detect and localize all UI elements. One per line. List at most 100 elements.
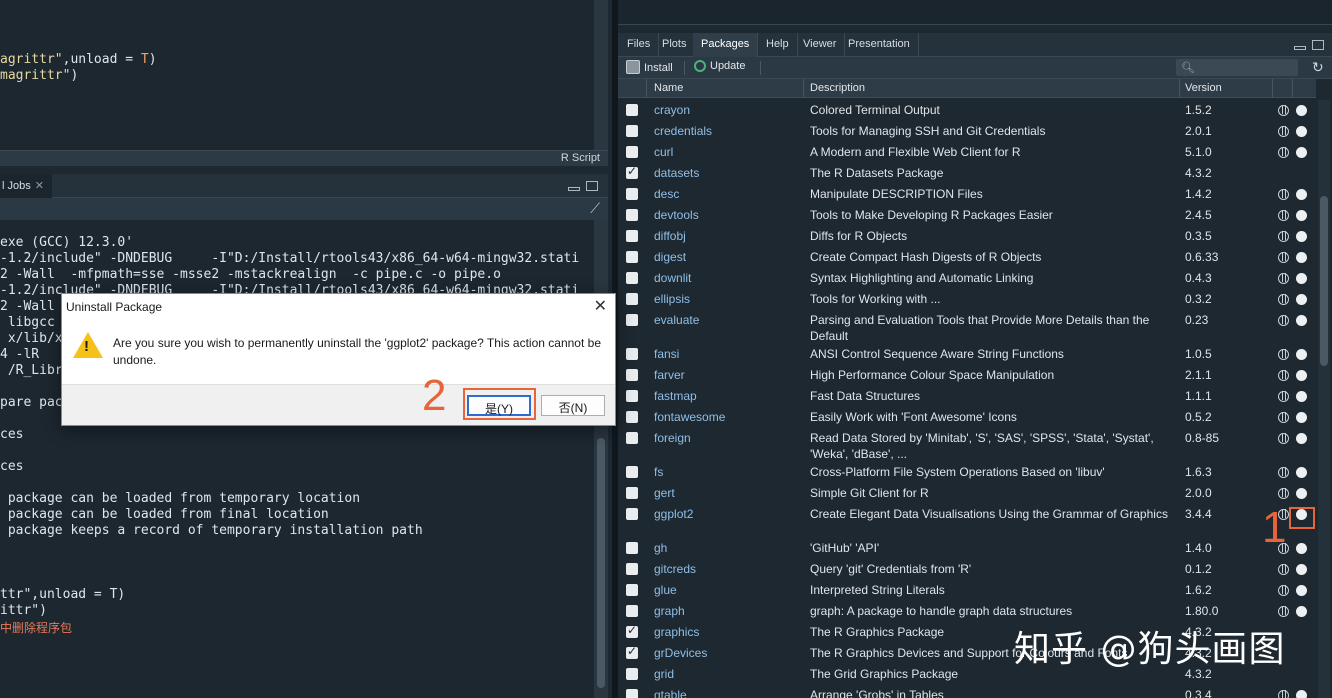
load-checkbox[interactable] [626, 411, 638, 423]
tab-help[interactable]: Help [758, 33, 798, 57]
uninstall-icon[interactable] [1296, 231, 1307, 242]
globe-icon[interactable] [1278, 488, 1289, 499]
load-checkbox[interactable] [626, 164, 638, 179]
load-checkbox[interactable] [626, 390, 638, 402]
globe-icon[interactable] [1278, 467, 1289, 478]
install-button[interactable]: Install [626, 60, 673, 74]
close-icon[interactable]: ✕ [35, 180, 44, 192]
uninstall-icon[interactable] [1296, 467, 1307, 478]
console-output[interactable]: exe (GCC) 12.3.0' -1.2/include" -DNDEBUG … [0, 220, 594, 698]
load-checkbox[interactable] [626, 104, 638, 116]
uninstall-icon[interactable] [1296, 370, 1307, 381]
uninstall-icon[interactable] [1296, 147, 1307, 158]
search-input[interactable]: 🔍︎ [1176, 59, 1298, 76]
globe-icon[interactable] [1278, 273, 1289, 284]
package-name-link[interactable]: grDevices [654, 646, 707, 660]
load-checkbox[interactable] [626, 542, 638, 554]
uninstall-icon[interactable] [1296, 315, 1307, 326]
column-header-name[interactable]: Name [654, 82, 683, 94]
package-name-link[interactable]: gh [654, 541, 667, 555]
maximize-icon[interactable] [1312, 40, 1324, 50]
globe-icon[interactable] [1278, 210, 1289, 221]
globe-icon[interactable] [1278, 349, 1289, 360]
load-checkbox[interactable] [626, 251, 638, 263]
update-button[interactable]: Update [694, 60, 745, 72]
package-name-link[interactable]: crayon [654, 103, 690, 117]
load-checkbox[interactable] [626, 487, 638, 499]
uninstall-icon[interactable] [1296, 433, 1307, 444]
globe-icon[interactable] [1278, 105, 1289, 116]
load-checkbox[interactable] [626, 146, 638, 158]
uninstall-icon[interactable] [1296, 273, 1307, 284]
package-name-link[interactable]: datasets [654, 166, 699, 180]
load-checkbox[interactable] [626, 605, 638, 617]
uninstall-icon[interactable] [1296, 252, 1307, 263]
globe-icon[interactable] [1278, 585, 1289, 596]
package-name-link[interactable]: curl [654, 145, 673, 159]
globe-icon[interactable] [1278, 606, 1289, 617]
package-name-link[interactable]: ellipsis [654, 292, 690, 306]
package-name-link[interactable]: gtable [654, 688, 687, 698]
load-checkbox[interactable] [626, 369, 638, 381]
source-editor[interactable]: agrittr",unload = T) magrittr") [0, 0, 594, 150]
package-name-link[interactable]: devtools [654, 208, 699, 222]
package-name-link[interactable]: fansi [654, 347, 679, 361]
uninstall-icon[interactable] [1296, 391, 1307, 402]
maximize-icon[interactable] [586, 181, 598, 191]
package-name-link[interactable]: ggplot2 [654, 507, 693, 521]
uninstall-icon[interactable] [1296, 488, 1307, 499]
minimize-icon[interactable] [568, 187, 580, 191]
scroll-thumb[interactable] [597, 438, 605, 688]
package-name-link[interactable]: digest [654, 250, 686, 264]
package-name-link[interactable]: fs [654, 465, 663, 479]
package-name-link[interactable]: gert [654, 486, 675, 500]
tab-viewer[interactable]: Viewer [795, 33, 846, 57]
uninstall-icon[interactable] [1296, 210, 1307, 221]
package-name-link[interactable]: glue [654, 583, 677, 597]
tab-presentation[interactable]: Presentation [840, 33, 919, 57]
load-checkbox[interactable] [626, 230, 638, 242]
package-name-link[interactable]: diffobj [654, 229, 686, 243]
load-checkbox[interactable] [626, 272, 638, 284]
close-icon[interactable]: ✕ [594, 296, 607, 316]
package-name-link[interactable]: graphics [654, 625, 699, 639]
console-scrollbar[interactable] [594, 220, 608, 698]
load-checkbox[interactable] [626, 314, 638, 326]
uninstall-icon[interactable] [1296, 606, 1307, 617]
package-name-link[interactable]: fastmap [654, 389, 697, 403]
load-checkbox[interactable] [626, 209, 638, 221]
load-checkbox[interactable] [626, 668, 638, 680]
no-button[interactable]: 否(N) [541, 395, 605, 416]
refresh-icon[interactable]: ↻ [1312, 59, 1324, 76]
minimize-icon[interactable] [1294, 46, 1306, 50]
package-name-link[interactable]: graph [654, 604, 685, 618]
globe-icon[interactable] [1278, 412, 1289, 423]
globe-icon[interactable] [1278, 315, 1289, 326]
package-name-link[interactable]: foreign [654, 431, 691, 445]
packages-scrollbar[interactable] [1318, 100, 1330, 698]
package-name-link[interactable]: desc [654, 187, 679, 201]
load-checkbox[interactable] [626, 584, 638, 596]
scroll-thumb[interactable] [1320, 196, 1328, 366]
uninstall-icon[interactable] [1296, 564, 1307, 575]
uninstall-icon[interactable] [1296, 412, 1307, 423]
globe-icon[interactable] [1278, 294, 1289, 305]
package-name-link[interactable]: fontawesome [654, 410, 725, 424]
package-name-link[interactable]: credentials [654, 124, 712, 138]
tab-packages[interactable]: Packages [693, 33, 759, 57]
column-header-description[interactable]: Description [810, 82, 865, 94]
load-checkbox[interactable] [626, 466, 638, 478]
load-checkbox[interactable] [626, 689, 638, 698]
uninstall-icon[interactable] [1296, 543, 1307, 554]
file-type-selector[interactable]: R Script [556, 152, 604, 164]
globe-icon[interactable] [1278, 189, 1289, 200]
uninstall-icon[interactable] [1296, 294, 1307, 305]
uninstall-icon[interactable] [1296, 105, 1307, 116]
package-name-link[interactable]: downlit [654, 271, 691, 285]
load-checkbox[interactable] [626, 623, 638, 638]
globe-icon[interactable] [1278, 147, 1289, 158]
uninstall-icon[interactable] [1296, 585, 1307, 596]
load-checkbox[interactable] [626, 563, 638, 575]
package-name-link[interactable]: farver [654, 368, 685, 382]
globe-icon[interactable] [1278, 252, 1289, 263]
